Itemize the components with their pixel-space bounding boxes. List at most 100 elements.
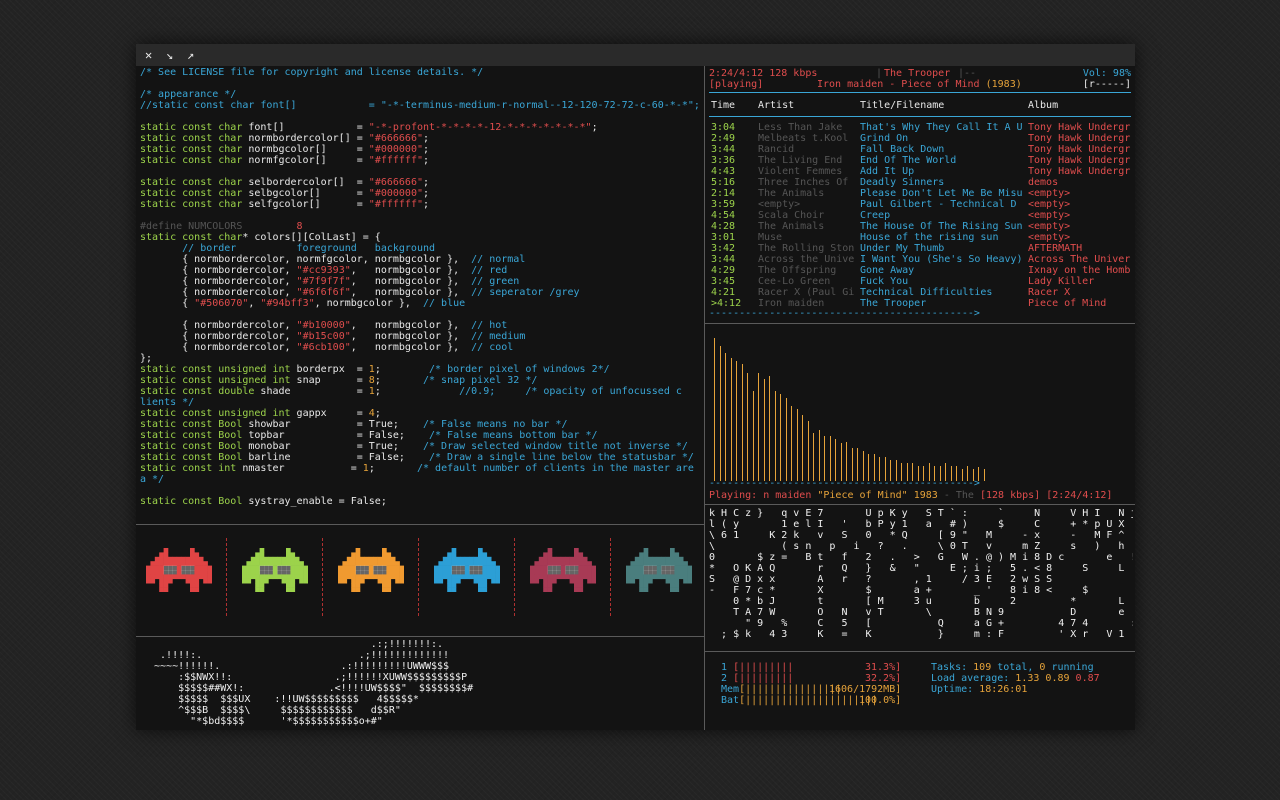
track-time: 5:16 [711, 177, 736, 188]
title-sep-right: |-- [958, 68, 977, 79]
playlist-row[interactable]: 4:43 Violent Femmes Add It Up Tony Hawk Und… [709, 166, 1131, 177]
code-token: ; [374, 375, 423, 386]
spectrum-bar [835, 439, 836, 481]
matrix-line: ; $ k 4 3 K = K } m : F ' X r V 1 [709, 629, 1125, 640]
playlist[interactable]: 3:04 Less Than Jake That's Why They Call I… [709, 122, 1131, 312]
code-token: selbordercolor[] = [248, 177, 369, 188]
volume[interactable]: Vol: 98% [1083, 68, 1131, 79]
code-token: static const unsigned int [140, 364, 297, 375]
code-token: snap = [296, 375, 369, 386]
track-title: Grind On [860, 133, 909, 144]
track-time: 3:59 [711, 199, 736, 210]
close-icon[interactable]: ✕ [145, 47, 152, 63]
playlist-row[interactable]: 4:28 The Animals The House Of The Rising S… [709, 221, 1131, 232]
progress-bar[interactable]: ----------------------------------------… [709, 308, 980, 318]
track-album: Tony Hawk Undergr [1028, 155, 1131, 166]
track-artist: Rancid [758, 144, 795, 155]
statusline-year: 1983 [913, 490, 938, 501]
code-token: "#6cb100" [296, 342, 351, 353]
playlist-row[interactable]: 3:44 Rancid Fall Back Down Tony Hawk Underg… [709, 144, 1131, 155]
playlist-row[interactable]: 2:49 Melbeats t.Kool Grind On Tony Hawk Und… [709, 133, 1131, 144]
code-token: monobar = True; [248, 441, 423, 452]
maximize-icon[interactable]: ↗ [187, 47, 194, 63]
playlist-row[interactable]: 3:59 <empty> Paul Gilbert - Technical D <em… [709, 199, 1131, 210]
spectrum-bar [802, 415, 803, 481]
cpu1-meter: 1 [||||||||| [721, 662, 793, 673]
spectrum-bar [824, 436, 825, 481]
code-token: static const char [140, 144, 249, 155]
track-title: Fall Back Down [860, 144, 945, 155]
uptime: Uptime: 18:26:01 [931, 684, 1027, 695]
track-time: 3:36 [711, 155, 736, 166]
pane-divider [136, 636, 704, 637]
playlist-row[interactable]: 4:21 Racer X (Paul Gi Technical Difficulti… [709, 287, 1131, 298]
col-album[interactable]: Album [1028, 100, 1131, 111]
code-token: { normbordercolor, [140, 287, 297, 298]
spectrum-bar [791, 406, 792, 481]
code-token: ; [422, 133, 430, 144]
config-editor[interactable]: /* See LICENSE file for copyright and li… [140, 67, 704, 522]
cpu1-percent: 31.3%] [865, 662, 902, 673]
space-invader-icon [338, 548, 404, 592]
playlist-row[interactable]: 4:54 Scala Choir Creep <empty> [709, 210, 1131, 221]
code-token: ; [591, 122, 598, 133]
matrix-line: " 9 % C 5 [ Q a G + 4 7 4 : [709, 618, 1133, 629]
spectrum-bar [719, 346, 721, 481]
col-title[interactable]: Title/Filename [860, 100, 1024, 111]
track-artist: The Animals [758, 188, 825, 199]
code-token: // medium [471, 331, 526, 342]
code-token: "#7f9f7f" [296, 276, 351, 287]
track-time: 3:44 [711, 254, 736, 265]
code-token: { normbordercolor, [140, 265, 297, 276]
code-token: , normbgcolor }, [314, 298, 423, 309]
music-player[interactable]: 2:24/4:12 128 kbps | The Trooper |-- Vol… [709, 68, 1131, 318]
code-line: static const char font[] = "-*-profont-*… [140, 122, 704, 133]
spectrum-bar [868, 454, 869, 481]
playlist-row[interactable]: 2:14 The Animals Please Don't Let Me Be Mi… [709, 188, 1131, 199]
playlist-row[interactable]: 3:04 Less Than Jake That's Why They Call I… [709, 122, 1131, 133]
code-token: barline = False; [248, 452, 429, 463]
bitrate: 128 kbps [769, 68, 818, 79]
playlist-row[interactable]: 3:36 The Living End End Of The World Tony H… [709, 155, 1131, 166]
track-album: Racer X [1028, 287, 1071, 298]
code-token: { [140, 298, 195, 309]
code-line: static const char selbordercolor[] = "#6… [140, 177, 704, 188]
playlist-row[interactable]: 3:45 Cee-Lo Green Fuck You Lady Killer [709, 276, 1131, 287]
ascii-art: .:;!!!!!!!:. .!!!!:. .;!!!!!!!!!!!!! ~~~… [148, 639, 698, 727]
code-token: ; [368, 463, 417, 474]
playlist-row[interactable]: 3:44 Across the Unive I Want You (She's So… [709, 254, 1131, 265]
minimize-icon[interactable]: ↘ [166, 47, 173, 63]
code-token: static const char [140, 177, 249, 188]
spectrum-bar [774, 391, 776, 481]
playlist-row[interactable]: 4:29 The Offspring Gone Away Ixnay on the H… [709, 265, 1131, 276]
code-line: { normbordercolor, "#7f9f7f", normbgcolo… [140, 276, 704, 287]
code-token: "#000000" [368, 188, 423, 199]
col-artist[interactable]: Artist [758, 100, 856, 111]
playlist-row[interactable]: 3:42 The Rolling Ston Under My Thumb AFTERM… [709, 243, 1131, 254]
spectrum-bar [736, 361, 737, 481]
code-token: /* border pixel of windows 2*/ [429, 364, 610, 375]
space-invader-icon [434, 548, 500, 592]
track-album: Ixnay on the Homb [1028, 265, 1131, 276]
mem-bar: [|||||||||||||||| [739, 684, 842, 695]
code-token: "#94bff3" [260, 298, 315, 309]
space-invader-icon [626, 548, 692, 592]
playlist-row[interactable]: 3:01 Muse House of the rising sun <empty> [709, 232, 1131, 243]
code-token: // blue [422, 298, 466, 309]
track-artist: The Offspring [758, 265, 837, 276]
track-title: Fuck You [860, 276, 909, 287]
code-line: static const Bool systray_enable = False… [140, 496, 704, 507]
spectrum-bar [763, 379, 765, 481]
code-token: , normbgcolor }, [350, 265, 472, 276]
spectrum-bar [840, 443, 842, 481]
playlist-columns: Time Artist Title/Filename Album [709, 100, 1131, 111]
track-title: Add It Up [860, 166, 915, 177]
track-artist: Three Inches Of [758, 177, 849, 188]
col-time[interactable]: Time [711, 100, 735, 111]
spectrum-bar [758, 373, 759, 481]
track-time: 2:49 [711, 133, 736, 144]
code-token: , [248, 298, 261, 309]
track-album: <empty> [1028, 232, 1071, 243]
playlist-row[interactable]: 5:16 Three Inches Of Deadly Sinners demos [709, 177, 1131, 188]
